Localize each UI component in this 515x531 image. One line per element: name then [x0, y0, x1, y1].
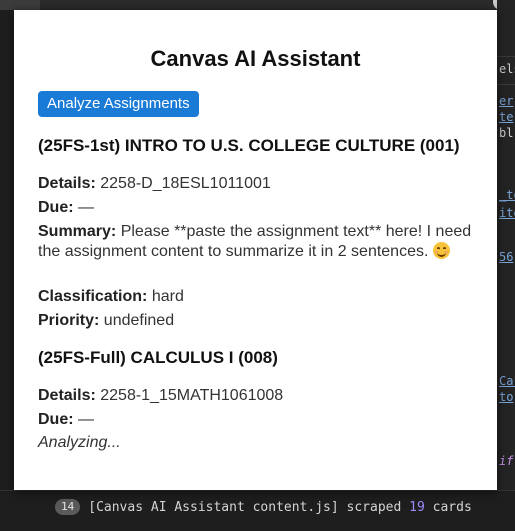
due-label: Due:: [38, 411, 74, 428]
devtools-fragment: _to: [499, 188, 515, 202]
priority-value: undefined: [103, 312, 175, 329]
course-summary: Summary: Please **paste the assignment t…: [38, 222, 483, 262]
console-log-line[interactable]: 14 [Canvas AI Assistant content.js] scra…: [55, 497, 472, 517]
course-details: Details: 2258-D_18ESL1011001: [38, 174, 483, 194]
devtools-fragment: to: [499, 390, 514, 404]
analyze-assignments-button[interactable]: Analyze Assignments: [38, 91, 199, 117]
log-card-count: 19: [409, 499, 425, 515]
course-due: Due: —: [38, 410, 483, 430]
devtools-top-bar: [0, 0, 515, 10]
course-due: Due: —: [38, 198, 483, 218]
due-value: —: [78, 411, 95, 428]
smiling-face-icon: [432, 242, 450, 259]
extension-popup: Canvas AI Assistant Analyze Assignments …: [14, 10, 497, 490]
log-message-suffix: cards: [432, 499, 472, 515]
course-details: Details: 2258-1_15MATH1061008: [38, 386, 483, 406]
course-title: (25FS-1st) INTRO TO U.S. COLLEGE CULTURE…: [38, 136, 460, 155]
priority-label: Priority:: [38, 312, 100, 329]
devtools-divider: [497, 84, 515, 85]
devtools-fragment: bl: [499, 126, 514, 140]
devtools-fragment: te: [499, 110, 514, 124]
devtools-fragment: if: [499, 454, 514, 468]
devtools-tab: [0, 0, 40, 10]
analyzing-status: Analyzing...: [38, 434, 121, 451]
log-message-prefix: [Canvas AI Assistant content.js] scraped: [88, 499, 402, 515]
summary-label: Summary:: [38, 223, 117, 240]
due-value: —: [78, 199, 95, 216]
details-value: 2258-D_18ESL1011001: [100, 175, 271, 192]
devtools-fragment: Car: [499, 374, 515, 388]
course-title: (25FS-Full) CALCULUS I (008): [38, 348, 278, 367]
details-label: Details:: [38, 387, 96, 404]
due-label: Due:: [38, 199, 74, 216]
devtools-fragment: ite: [499, 206, 515, 220]
classification-label: Classification:: [38, 288, 148, 305]
log-count-badge: 14: [55, 499, 81, 515]
devtools-fragment: 56: [499, 250, 514, 264]
details-value: 2258-1_15MATH1061008: [100, 387, 284, 404]
devtools-fragment: er: [499, 94, 514, 108]
devtools-fragment: els: [499, 62, 515, 76]
devtools-side-panel: [497, 0, 515, 530]
course-classification: Classification: hard: [38, 287, 483, 307]
details-label: Details:: [38, 175, 96, 192]
popup-title: Canvas AI Assistant: [150, 46, 361, 71]
course-priority: Priority: undefined: [38, 311, 483, 331]
devtools-divider: [497, 56, 515, 57]
classification-value: hard: [151, 288, 184, 305]
